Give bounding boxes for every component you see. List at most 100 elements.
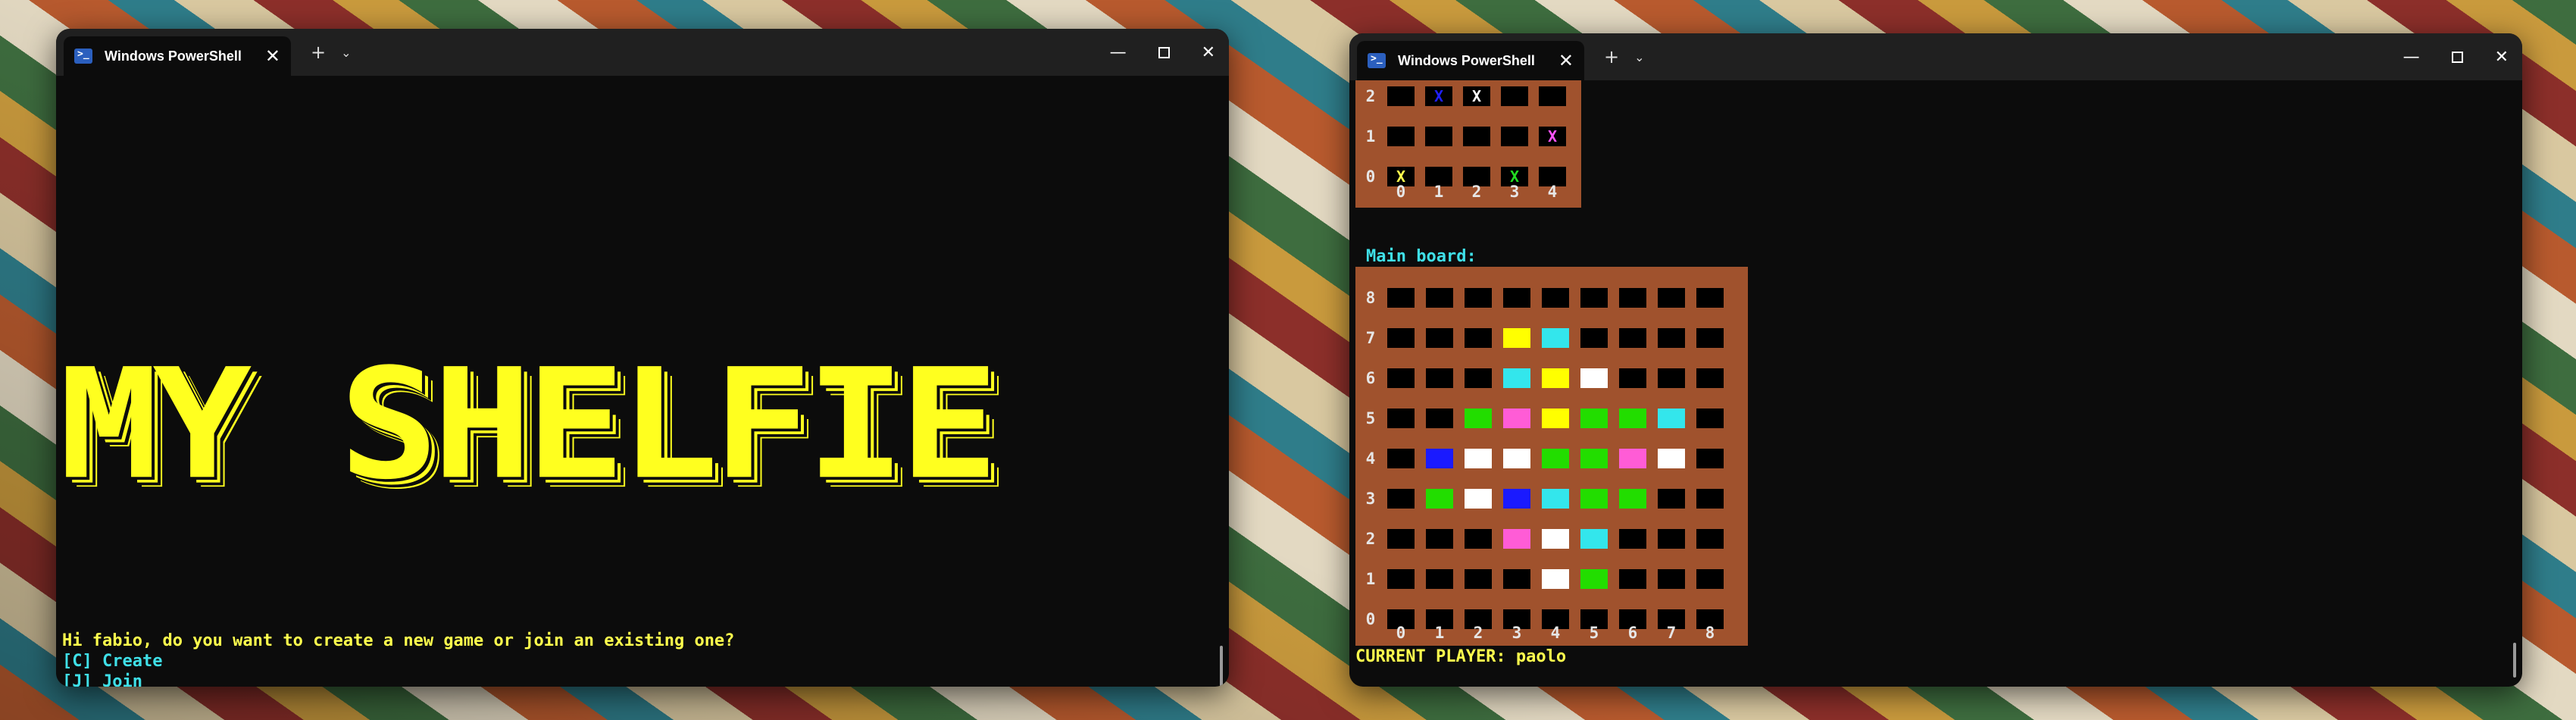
board-row-label: 1 xyxy=(1365,570,1376,588)
maximize-icon[interactable] xyxy=(1158,46,1170,58)
shelf-cell xyxy=(1387,127,1415,146)
board-cell xyxy=(1658,449,1685,468)
board-cell xyxy=(1387,288,1415,308)
board-cell xyxy=(1426,409,1453,428)
tab-windows-powershell[interactable]: Windows PowerShell ✕ xyxy=(1357,41,1584,80)
current-player: CURRENT PLAYER: paolo xyxy=(1355,647,1567,666)
board-cell xyxy=(1503,409,1530,428)
tab-windows-powershell[interactable]: Windows PowerShell ✕ xyxy=(64,36,291,76)
shelf-row-label: 0 xyxy=(1365,167,1376,186)
powershell-icon xyxy=(1368,53,1386,68)
title-bar: Windows PowerShell ✕ + ⌄ — ✕ xyxy=(1349,33,2522,80)
board-col-label: 7 xyxy=(1666,624,1677,642)
board-cell xyxy=(1580,288,1608,308)
board-col-label: 4 xyxy=(1550,624,1561,642)
board-cell xyxy=(1619,368,1646,388)
close-tab-icon[interactable]: ✕ xyxy=(265,45,280,67)
board-cell xyxy=(1658,529,1685,549)
board-cell xyxy=(1465,449,1492,468)
close-tab-icon[interactable]: ✕ xyxy=(1558,50,1574,71)
board-cell xyxy=(1619,288,1646,308)
scrollbar[interactable] xyxy=(2513,643,2516,678)
chevron-down-icon[interactable]: ⌄ xyxy=(341,45,351,60)
board-cell xyxy=(1465,489,1492,509)
board-cell xyxy=(1426,449,1453,468)
board-cell xyxy=(1426,368,1453,388)
board-cell xyxy=(1542,449,1569,468)
shelf-cell xyxy=(1501,127,1528,146)
scrollbar[interactable] xyxy=(1220,646,1223,687)
board-cell xyxy=(1426,489,1453,509)
board-cell xyxy=(1542,529,1569,549)
powershell-icon xyxy=(74,49,92,64)
board-cell xyxy=(1619,449,1646,468)
tab-title: Windows PowerShell xyxy=(105,48,242,64)
board-cell xyxy=(1619,489,1646,509)
chevron-down-icon[interactable]: ⌄ xyxy=(1634,50,1644,64)
board-row-label: 2 xyxy=(1365,530,1376,548)
board-cell xyxy=(1465,368,1492,388)
board-cell xyxy=(1465,569,1492,589)
board-cell xyxy=(1387,409,1415,428)
board-cell xyxy=(1542,489,1569,509)
shelf-cell xyxy=(1387,86,1415,106)
board-cell xyxy=(1503,529,1530,549)
board-cell xyxy=(1387,328,1415,348)
new-tab-icon[interactable]: + xyxy=(1604,46,1619,67)
board-row-label: 0 xyxy=(1365,610,1376,628)
minimize-icon[interactable]: — xyxy=(2403,48,2420,67)
board-cell xyxy=(1503,569,1530,589)
board-cell xyxy=(1503,288,1530,308)
shelf-cell xyxy=(1463,127,1490,146)
shelf-col-label: 0 xyxy=(1396,183,1406,201)
game-prompt: Hi fabio, do you want to create a new ga… xyxy=(62,631,735,650)
new-tab-icon[interactable]: + xyxy=(311,42,326,63)
left-terminal-window: Windows PowerShell ✕ + ⌄ — ✕ MY SHELFIE … xyxy=(56,29,1229,687)
option-create: [C] Create xyxy=(62,652,163,671)
my-shelfie-logo: MY SHELFIE xyxy=(59,337,999,514)
board-cell xyxy=(1580,368,1608,388)
board-cell xyxy=(1619,529,1646,549)
minimize-icon[interactable]: — xyxy=(1110,43,1127,62)
board-row-label: 5 xyxy=(1365,409,1376,427)
title-bar: Windows PowerShell ✕ + ⌄ — ✕ xyxy=(56,29,1229,76)
board-cell xyxy=(1542,368,1569,388)
shelf-cell: X xyxy=(1425,86,1452,106)
shelf-cell xyxy=(1425,127,1452,146)
board-cell xyxy=(1426,328,1453,348)
tab-title: Windows PowerShell xyxy=(1398,52,1535,68)
board-row-label: 7 xyxy=(1365,329,1376,347)
board-col-label: 6 xyxy=(1627,624,1638,642)
board-cell xyxy=(1696,529,1724,549)
right-terminal-window: Windows PowerShell ✕ + ⌄ — ✕ 2XX1X0XX012… xyxy=(1349,33,2522,687)
terminal-output[interactable]: MY SHELFIE Hi fabio, do you want to crea… xyxy=(56,76,1229,687)
board-cell xyxy=(1658,409,1685,428)
board-col-label: 1 xyxy=(1434,624,1445,642)
board-cell xyxy=(1542,409,1569,428)
board-cell xyxy=(1542,569,1569,589)
shelf-col-label: 2 xyxy=(1471,183,1482,201)
board-cell xyxy=(1503,449,1530,468)
shelf-cell: X xyxy=(1463,86,1490,106)
board-cell xyxy=(1503,328,1530,348)
player-shelf: 2XX1X0XX01234 xyxy=(1355,80,1581,208)
board-row-label: 6 xyxy=(1365,369,1376,387)
close-window-icon[interactable]: ✕ xyxy=(1202,43,1215,62)
board-cell xyxy=(1658,569,1685,589)
board-cell xyxy=(1503,489,1530,509)
board-cell xyxy=(1658,288,1685,308)
shelf-cell xyxy=(1539,86,1566,106)
board-cell xyxy=(1696,449,1724,468)
board-cell xyxy=(1580,529,1608,549)
board-cell xyxy=(1658,328,1685,348)
board-cell xyxy=(1426,569,1453,589)
board-cell xyxy=(1658,489,1685,509)
board-col-label: 0 xyxy=(1396,624,1406,642)
close-window-icon[interactable]: ✕ xyxy=(2495,48,2509,67)
board-cell xyxy=(1387,449,1415,468)
board-cell xyxy=(1465,409,1492,428)
maximize-icon[interactable] xyxy=(2451,51,2463,63)
board-cell xyxy=(1387,368,1415,388)
board-cell xyxy=(1542,328,1569,348)
terminal-output[interactable]: 2XX1X0XX01234 Main board: 87654321001234… xyxy=(1349,80,2522,687)
